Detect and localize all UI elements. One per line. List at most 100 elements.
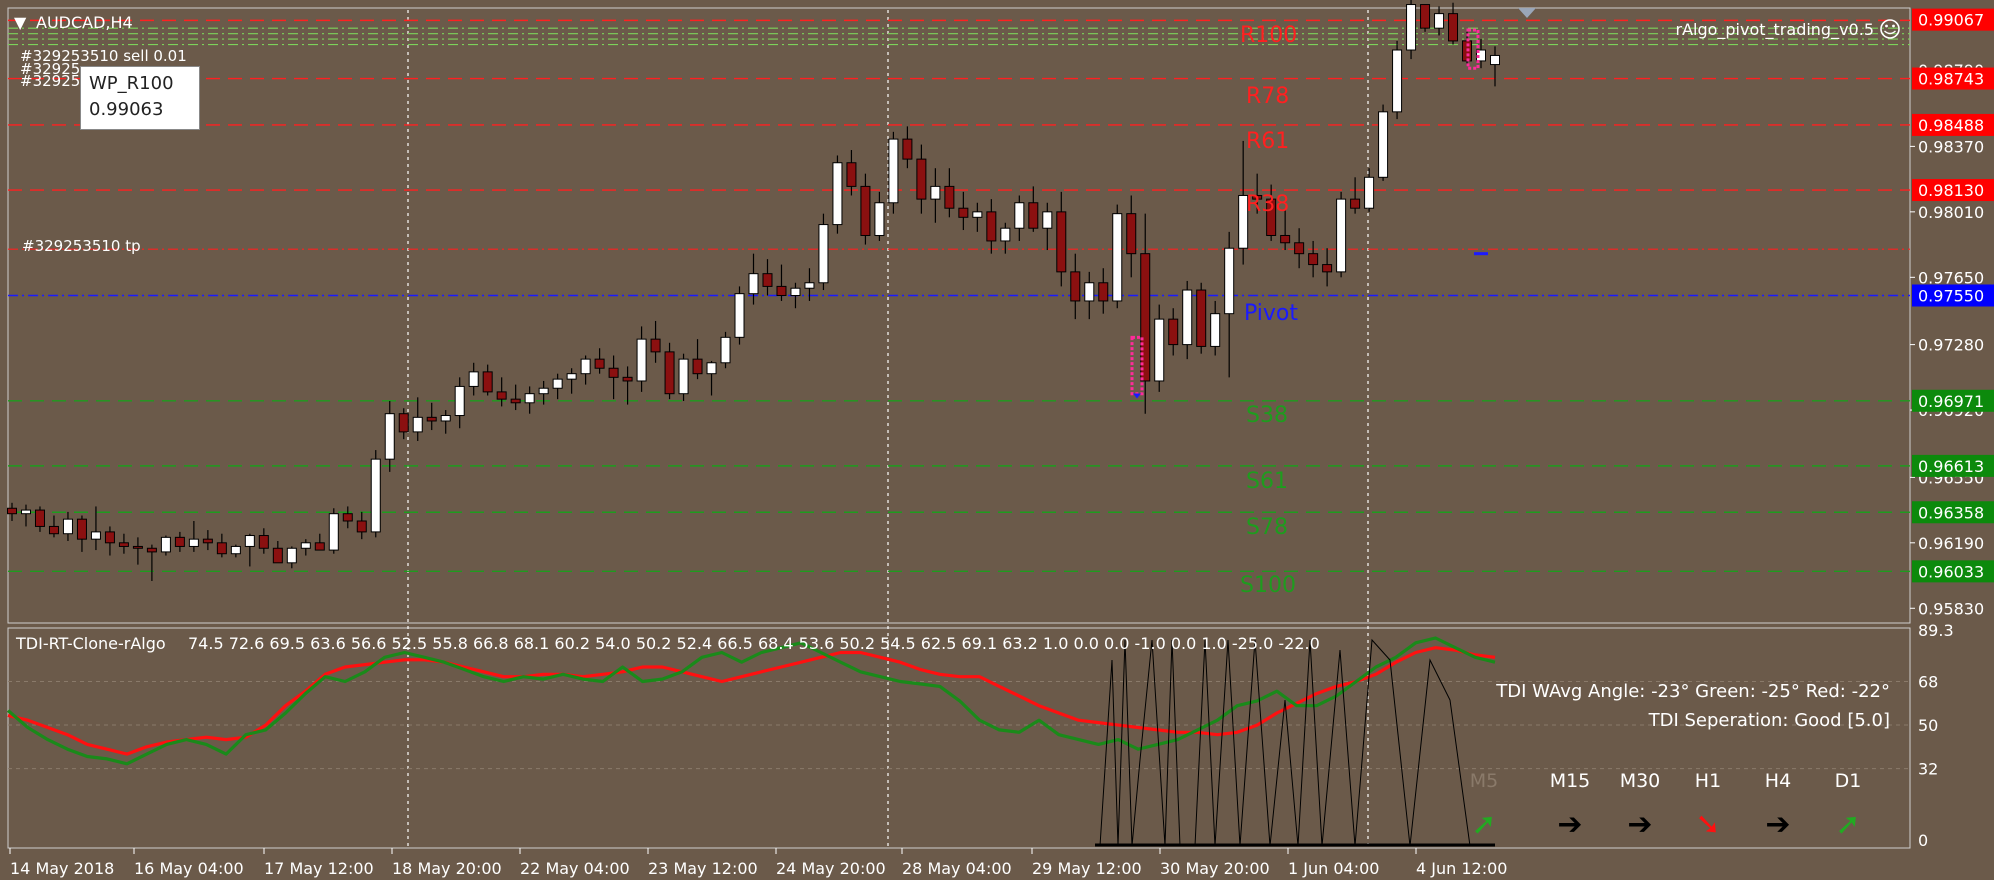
tdi-axis-label-3: 32 xyxy=(1918,760,1938,779)
candle-body-5 xyxy=(76,518,87,540)
candle-body-87 xyxy=(1224,247,1235,315)
candle-body-32 xyxy=(454,385,465,417)
candle-body-9 xyxy=(132,545,143,549)
candle-body-3 xyxy=(48,525,59,535)
candle-body-8 xyxy=(118,542,129,547)
candle-body-70 xyxy=(986,211,997,242)
candle-body-62 xyxy=(874,202,885,236)
price-badge-0: 0.99067 xyxy=(1918,11,1984,30)
candle-body-68 xyxy=(958,207,969,218)
candle-body-80 xyxy=(1126,213,1137,255)
candle-body-78 xyxy=(1098,282,1109,302)
candle-body-65 xyxy=(916,158,927,200)
candle-body-82 xyxy=(1154,318,1165,382)
pivot-label-s78: S78 xyxy=(1246,515,1288,540)
chart-canvas[interactable]: R100 R78 R61 R38 Pivot S38 S61 S78 S100 0.98370 0… xyxy=(0,0,1994,880)
candle-body-19 xyxy=(272,547,283,564)
price-badge-8: 0.96033 xyxy=(1918,562,1984,581)
candle-body-74 xyxy=(1042,211,1053,229)
pivot-label-r61: R61 xyxy=(1246,129,1289,154)
candle-body-12 xyxy=(174,536,185,547)
candle-body-101 xyxy=(1420,4,1431,29)
timeframe-label-d1: D1 xyxy=(1835,770,1862,792)
price-badge-7: 0.96358 xyxy=(1918,503,1984,522)
candle-59 xyxy=(832,155,843,234)
time-label-9: 30 May 20:00 xyxy=(1160,859,1270,878)
price-tick-6: 0.96190 xyxy=(1918,534,1984,553)
price-badge-1: 0.98743 xyxy=(1918,70,1984,89)
candle-body-93 xyxy=(1308,253,1319,266)
timeframe-label-h1: H1 xyxy=(1695,770,1721,792)
time-label-0: 14 May 2018 xyxy=(10,859,114,878)
arrow-right-icon: ➔ xyxy=(1557,807,1582,842)
candle-body-77 xyxy=(1084,282,1095,302)
tdi-axis-label-2: 50 xyxy=(1918,716,1938,735)
price-badge-2: 0.98488 xyxy=(1918,116,1984,135)
candle-body-75 xyxy=(1056,211,1067,273)
candle-body-10 xyxy=(146,547,157,553)
candle-body-34 xyxy=(482,371,493,393)
price-tick-1: 0.98010 xyxy=(1918,203,1984,222)
candle-body-16 xyxy=(230,545,241,555)
candle-body-45 xyxy=(636,338,647,382)
candle-body-26 xyxy=(370,458,381,533)
order-tp-label: #329253510 tp xyxy=(22,237,141,255)
candle-101 xyxy=(1420,4,1431,32)
candle-body-60 xyxy=(846,162,857,187)
time-label-3: 18 May 20:00 xyxy=(392,859,502,878)
symbol-timeframe: AUDCAD,H4 xyxy=(36,13,133,32)
candle-body-67 xyxy=(944,185,955,209)
chart-background xyxy=(0,0,1994,880)
candle-body-58 xyxy=(818,224,829,284)
candle-body-97 xyxy=(1364,176,1375,209)
symbol-menu-icon[interactable]: ▼ xyxy=(14,13,27,32)
candle-body-53 xyxy=(748,273,759,295)
tooltip-name: WP_R100 xyxy=(89,73,174,94)
candle-body-64 xyxy=(902,138,913,160)
candle-body-14 xyxy=(202,538,213,544)
candle-body-28 xyxy=(398,413,409,433)
candle-body-6 xyxy=(90,531,101,540)
candle-body-51 xyxy=(720,336,731,364)
arrow-right-icon: ➔ xyxy=(1765,807,1790,842)
time-label-6: 24 May 20:00 xyxy=(776,859,886,878)
candle-body-43 xyxy=(608,367,619,378)
price-tick-0: 0.98370 xyxy=(1918,137,1984,156)
candle-51 xyxy=(720,331,731,369)
candle-body-103 xyxy=(1448,13,1459,42)
time-label-11: 4 Jun 12:00 xyxy=(1416,859,1507,878)
arrow-down-icon: ➘ xyxy=(1695,807,1720,842)
candle-body-24 xyxy=(342,513,353,522)
candle-body-33 xyxy=(468,371,479,387)
candle-body-91 xyxy=(1280,234,1291,244)
pivot-label-s61: S61 xyxy=(1246,469,1288,494)
candle-body-15 xyxy=(216,542,227,555)
candle-body-69 xyxy=(972,211,983,218)
candle-body-44 xyxy=(622,376,633,382)
candle-body-11 xyxy=(160,536,171,553)
candle-body-56 xyxy=(790,287,801,296)
candle-body-27 xyxy=(384,413,395,460)
candle-body-99 xyxy=(1392,49,1403,113)
candle-body-86 xyxy=(1210,313,1221,347)
candle-body-36 xyxy=(510,398,521,404)
time-label-2: 17 May 12:00 xyxy=(264,859,374,878)
pivot-label-pivot: Pivot xyxy=(1244,301,1298,326)
tdi-title: TDI-RT-Clone-rAlgo xyxy=(15,634,166,653)
pivot-label-s100: S100 xyxy=(1240,573,1296,598)
candle-body-50 xyxy=(706,362,717,375)
tooltip-value: 0.99063 xyxy=(89,99,164,120)
candle-48 xyxy=(678,353,689,401)
candle-23 xyxy=(328,508,339,554)
candle-body-40 xyxy=(566,373,577,380)
pivot-label-s38: S38 xyxy=(1246,403,1288,428)
candle-body-23 xyxy=(328,513,339,551)
tdi-axis-label-0: 89.3 xyxy=(1918,621,1954,640)
price-tick-3: 0.97280 xyxy=(1918,336,1984,355)
candle-body-7 xyxy=(104,531,115,544)
candle-body-92 xyxy=(1294,242,1305,255)
candle-body-35 xyxy=(496,391,507,400)
candle-body-37 xyxy=(524,393,535,404)
tdi-axis-label-4: 0 xyxy=(1918,831,1928,850)
candle-body-106 xyxy=(1490,54,1500,66)
